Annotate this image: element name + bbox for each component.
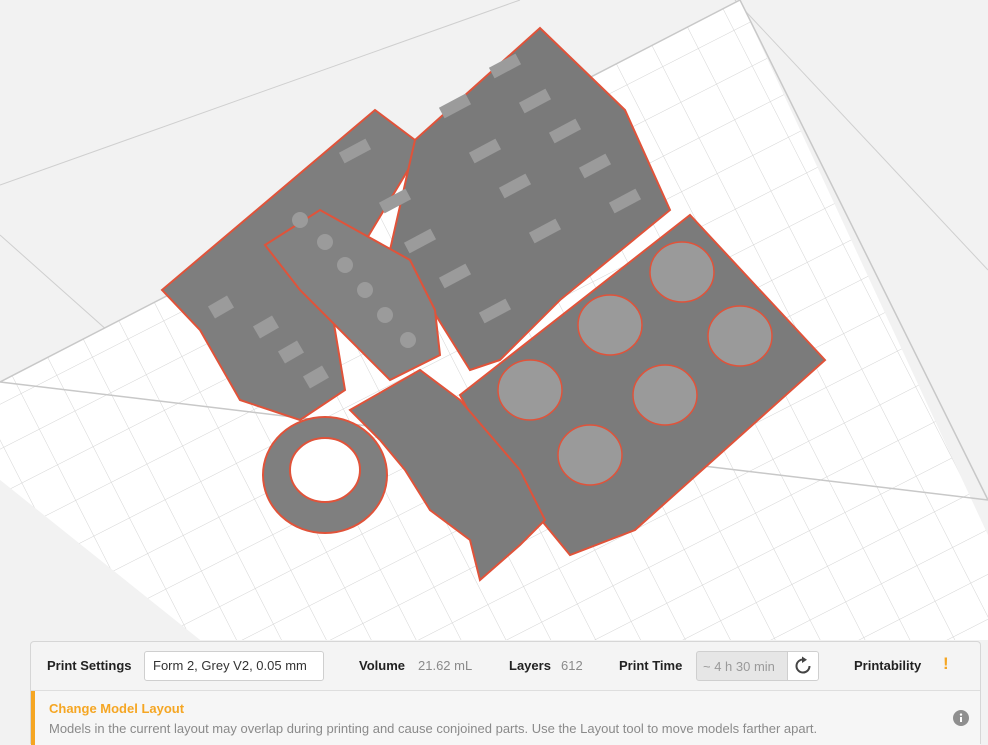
print-info-panel: Print Settings Form 2, Grey V2, 0.05 mm …	[30, 641, 981, 745]
layers-value: 612	[561, 658, 583, 673]
volume-value: 21.62 mL	[418, 658, 473, 673]
alert-title[interactable]: Change Model Layout	[49, 701, 184, 716]
refresh-estimate-button[interactable]	[787, 652, 818, 680]
print-settings-select[interactable]: Form 2, Grey V2, 0.05 mm	[144, 651, 324, 681]
printability-label: Printability	[854, 658, 922, 673]
info-icon[interactable]	[953, 710, 969, 726]
alert-message: Models in the current layout may overlap…	[49, 721, 818, 736]
layers-label: Layers	[509, 658, 551, 673]
print-settings-label: Print Settings	[47, 658, 132, 673]
refresh-icon	[795, 656, 811, 674]
print-time-field: ~ 4 h 30 min	[696, 651, 819, 681]
layout-alert: Change Model Layout Models in the curren…	[31, 691, 980, 745]
print-time-label: Print Time	[619, 658, 683, 673]
print-settings-bar: Print Settings Form 2, Grey V2, 0.05 mm …	[31, 642, 980, 691]
warning-icon[interactable]: !	[943, 654, 949, 674]
print-time-value: ~ 4 h 30 min	[703, 659, 775, 674]
volume-label: Volume	[359, 658, 405, 673]
model-ring[interactable]	[262, 416, 388, 534]
3d-viewport[interactable]	[0, 0, 988, 744]
